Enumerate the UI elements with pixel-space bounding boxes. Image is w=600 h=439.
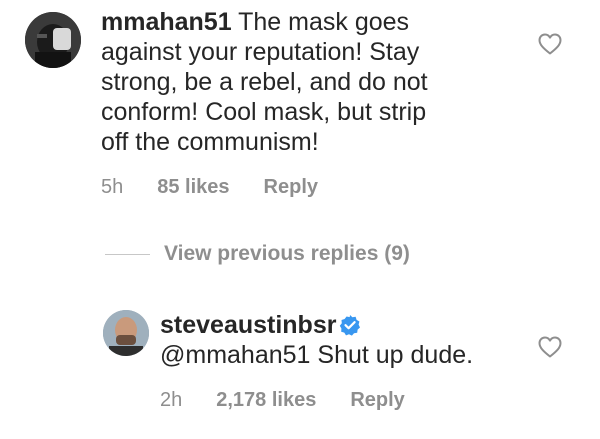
verified-badge-icon (339, 313, 361, 336)
comment-reply-button[interactable]: Reply (264, 176, 318, 199)
comment-time: 5h (101, 176, 124, 198)
comment-text-line-1: The mask goes (238, 8, 410, 36)
reply-text: steveaustinbsr @mmahan51 Shut up dude. (160, 310, 540, 370)
reply-mention[interactable]: @mmahan51 (160, 341, 310, 369)
divider-line (105, 253, 150, 255)
comment-likes[interactable]: 85 likes (157, 176, 229, 199)
view-previous-replies-label[interactable]: View previous replies (9) (164, 242, 410, 266)
comment-text-line-5: off the communism! (101, 128, 319, 156)
reply: steveaustinbsr @mmahan51 Shut up dude. 2… (0, 300, 600, 439)
reply-time: 2h (160, 389, 183, 411)
comment-meta: 5h 85 likes Reply (101, 176, 352, 199)
heart-outline-icon[interactable] (538, 336, 562, 358)
heart-outline-icon[interactable] (538, 33, 562, 55)
comment-text-line-3: strong, be a rebel, and do not (101, 68, 428, 96)
reply-username[interactable]: steveaustinbsr (160, 311, 336, 339)
reply-likes[interactable]: 2,178 likes (216, 389, 316, 412)
avatar[interactable] (103, 310, 149, 356)
avatar[interactable] (25, 12, 81, 68)
view-previous-replies[interactable]: View previous replies (9) (105, 242, 410, 266)
comment-text-line-2: against your reputation! Stay (101, 38, 420, 66)
reply-text-body: Shut up dude. (310, 341, 474, 369)
comment-text: mmahan51 The mask goes against your repu… (101, 7, 541, 157)
reply-meta: 2h 2,178 likes Reply (160, 389, 439, 412)
comment-username[interactable]: mmahan51 (101, 8, 232, 36)
comment-text-line-4: conform! Cool mask, but strip (101, 98, 427, 126)
reply-reply-button[interactable]: Reply (350, 389, 404, 412)
comment: mmahan51 The mask goes against your repu… (0, 0, 600, 230)
